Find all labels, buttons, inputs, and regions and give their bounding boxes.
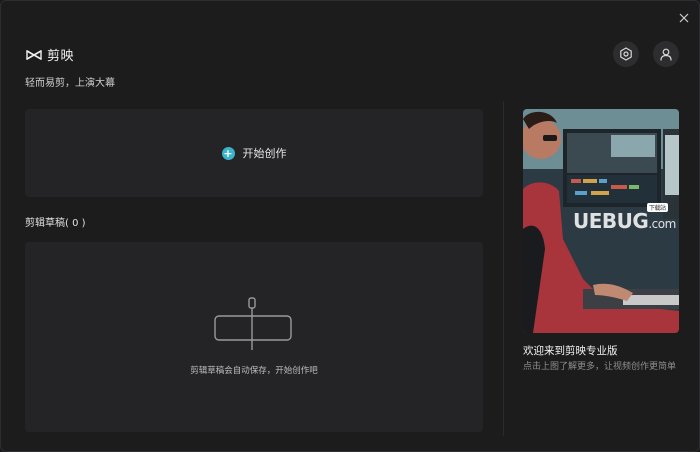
app-logo: 剪映: [25, 45, 74, 64]
empty-draft-icon: [214, 297, 292, 350]
app-name: 剪映: [47, 49, 75, 64]
drafts-panel: 剪辑草稿会自动保存，开始创作吧: [25, 242, 483, 432]
settings-button[interactable]: [613, 41, 639, 67]
drafts-empty-hint: 剪辑草稿会自动保存，开始创作吧: [190, 366, 318, 376]
watermark-tag: 下载站: [647, 203, 668, 212]
user-button[interactable]: [653, 41, 679, 67]
promo-description: 点击上图了解更多，让视频创作更简单: [523, 362, 677, 372]
promo-title: 欢迎来到剪映专业版: [523, 345, 618, 357]
app-window: 剪映 轻而易剪，上演大幕 + 开始创作 剪辑草稿( 0 ) 剪辑草稿会自动保存，…: [0, 0, 700, 452]
user-icon: [660, 48, 672, 61]
watermark-suffix: .com: [648, 217, 676, 231]
promo-watermark: UEBUG.com 下载站: [573, 203, 676, 233]
app-slogan: 轻而易剪，上演大幕: [25, 78, 115, 89]
close-button[interactable]: [675, 9, 693, 27]
hexagon-settings-icon: [620, 47, 632, 61]
start-create-button[interactable]: + 开始创作: [25, 109, 483, 197]
promo-image[interactable]: UEBUG.com 下载站: [523, 109, 679, 333]
drafts-title: 剪辑草稿( 0 ): [25, 218, 86, 229]
close-icon: [679, 13, 689, 23]
capcut-logo-icon: [26, 49, 42, 60]
plus-icon: +: [221, 146, 235, 160]
watermark-main: UEBUG: [573, 209, 649, 233]
vertical-divider: [503, 101, 504, 436]
start-create-label: 开始创作: [242, 147, 287, 160]
